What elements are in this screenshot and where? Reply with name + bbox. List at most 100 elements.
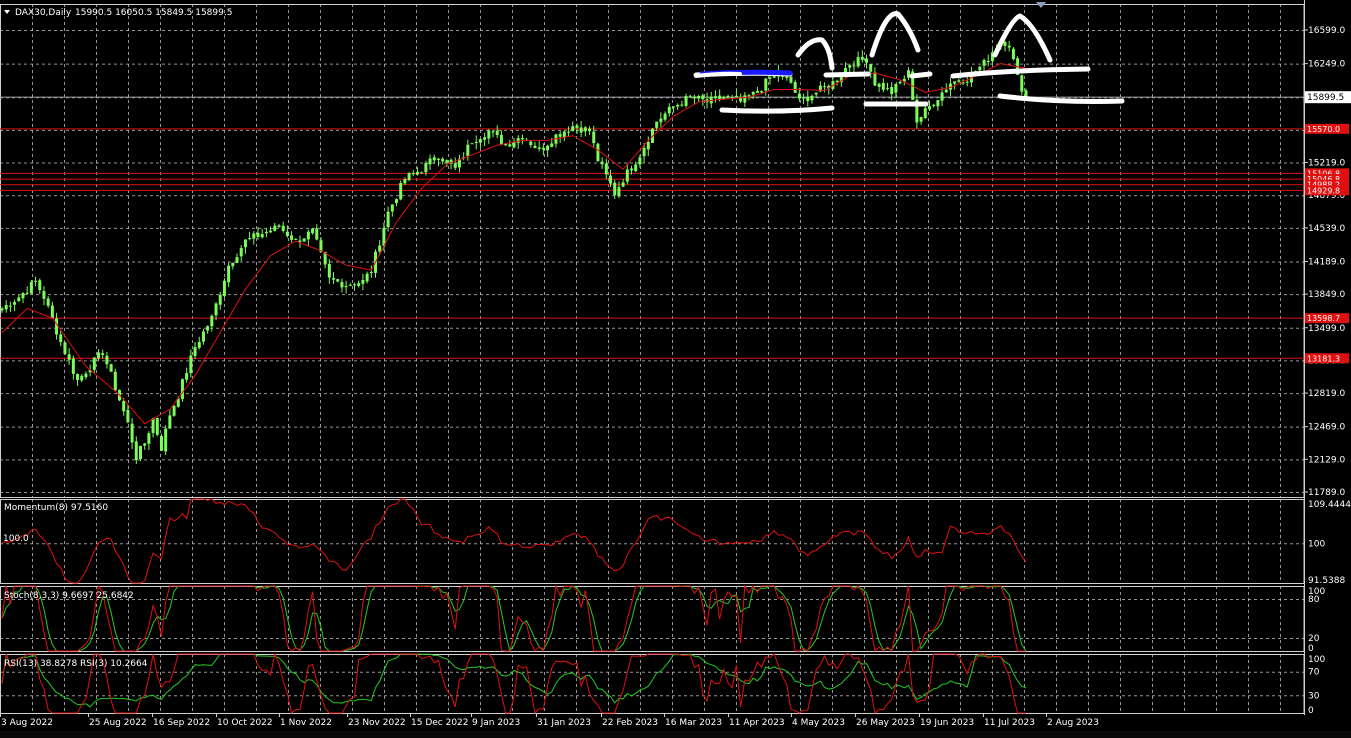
candle-body [80, 375, 84, 381]
candle-body [386, 211, 390, 228]
candle-body [113, 371, 117, 391]
candle-body [835, 80, 839, 83]
candle-body [1011, 48, 1015, 60]
candle-body [613, 182, 617, 196]
candle-body [193, 347, 197, 356]
candle-body [164, 428, 168, 452]
momentum-title: Momentum(8) 97.5160 [4, 503, 108, 513]
chart-background [0, 0, 1351, 738]
date-tick-label: 11 Apr 2023 [729, 718, 785, 728]
candle-body [210, 315, 214, 327]
candle-body [676, 105, 680, 107]
indicator-tick-label: 91.5388 [1308, 576, 1345, 586]
candle-body [353, 284, 357, 286]
candle-body [424, 163, 428, 173]
date-tick-label: 16 Sep 2022 [153, 718, 210, 728]
candle-body [944, 89, 948, 93]
candle-body [894, 84, 898, 93]
candle-body [369, 272, 373, 274]
candle-body [802, 97, 806, 99]
candle-body [420, 172, 424, 174]
candle-body [50, 305, 54, 319]
candle-body [260, 234, 264, 238]
candle-body [638, 157, 642, 165]
candle-body [38, 280, 42, 291]
candle-body [76, 374, 80, 380]
candle-body [630, 168, 634, 171]
candle-body [231, 262, 235, 267]
candle-body [0, 308, 4, 311]
price-tick-label: 12129.0 [1308, 455, 1345, 465]
date-tick-label: 22 Feb 2023 [602, 718, 658, 728]
candle-body [134, 441, 138, 461]
candle-body [806, 96, 810, 102]
candle-body [751, 91, 755, 95]
candle-body [520, 137, 524, 140]
candle-body [42, 291, 46, 299]
candle-body [957, 80, 961, 82]
candle-body [508, 144, 512, 147]
candle-body [206, 326, 210, 331]
candle-body [680, 104, 684, 106]
price-tick-label: 14539.0 [1308, 224, 1345, 234]
candle-body [785, 76, 789, 78]
candle-body [575, 125, 579, 128]
candle-body [214, 303, 218, 316]
candle-body [378, 245, 382, 252]
candle-body [978, 66, 982, 71]
candle-body [218, 294, 222, 305]
candle-body [365, 273, 369, 282]
candle-body [344, 285, 348, 288]
candle-body [923, 108, 927, 119]
candle-body [46, 298, 50, 306]
candle-body [227, 265, 231, 283]
candle-body [332, 278, 336, 280]
candle-body [713, 96, 717, 98]
price-tick-label: 12819.0 [1308, 389, 1345, 399]
candle-body [256, 232, 260, 237]
candle-body [927, 106, 931, 110]
candle-body [311, 228, 315, 234]
price-tick-label: 13849.0 [1308, 290, 1345, 300]
candle-body [189, 355, 193, 374]
price-tick-label: 15219.0 [1308, 159, 1345, 169]
price-tick-label: 12469.0 [1308, 423, 1345, 433]
candle-body [97, 352, 101, 359]
date-tick-label: 26 May 2023 [856, 718, 915, 728]
candle-body [919, 117, 923, 122]
candle-body [201, 331, 205, 342]
date-tick-label: 3 Aug 2022 [1, 718, 53, 728]
candle-body [1003, 41, 1007, 46]
candle-body [869, 64, 873, 72]
candle-body [294, 238, 298, 240]
indicator-tick-label: 0 [1308, 706, 1314, 716]
indicator-tick-label: 20 [1308, 634, 1320, 644]
candle-body [667, 106, 671, 114]
candle-body [886, 87, 890, 89]
candle-body [755, 90, 759, 93]
candle-body [516, 138, 520, 143]
level-label: 15570.0 [1307, 125, 1340, 134]
candle-body [588, 128, 592, 132]
candle-body [8, 305, 12, 307]
candle-body [701, 95, 705, 100]
level-label: 13598.7 [1307, 314, 1340, 323]
candle-body [697, 96, 701, 99]
date-tick-label: 15 Dec 2022 [411, 718, 469, 728]
candle-body [13, 302, 17, 305]
candle-body [550, 143, 554, 147]
candle-body [659, 118, 663, 123]
candle-body [357, 283, 361, 286]
candle-body [411, 173, 415, 175]
candle-body [583, 127, 587, 132]
candle-body [953, 81, 957, 84]
candle-body [168, 415, 172, 429]
candle-body [407, 173, 411, 181]
trading-chart[interactable]: 16599.0 16249.0 15219.0 14539.0 14189.0 13849… [0, 0, 1351, 738]
candle-body [92, 357, 96, 370]
candle-body [147, 433, 151, 444]
candle-body [743, 95, 747, 103]
candle-body [621, 182, 625, 187]
candle-body [663, 113, 667, 120]
candle-body [151, 418, 155, 433]
